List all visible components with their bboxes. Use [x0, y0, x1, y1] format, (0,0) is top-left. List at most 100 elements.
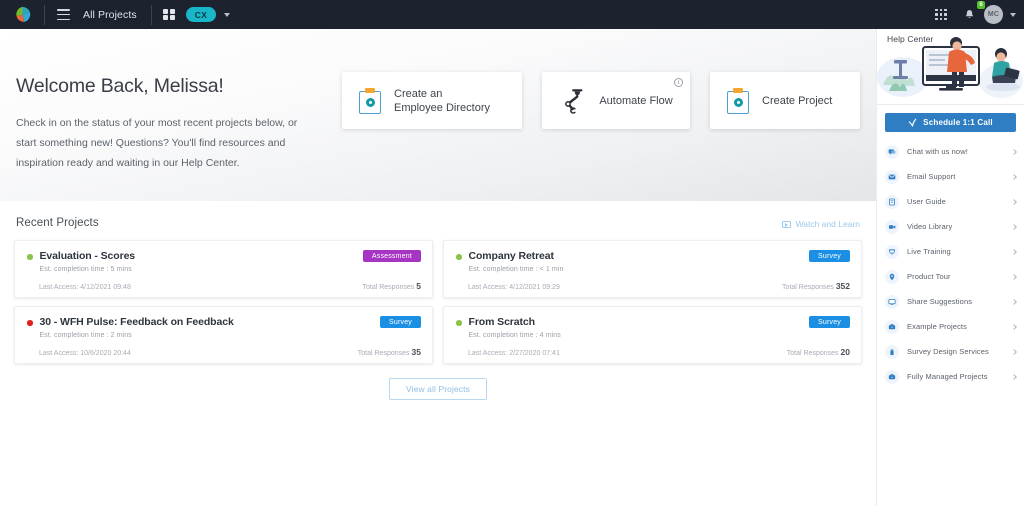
project-name: Evaluation - Scores	[39, 250, 136, 262]
status-dot	[27, 254, 33, 260]
create-project-card[interactable]: Create Project	[710, 72, 860, 129]
help-item-example-projects[interactable]: Example Projects	[877, 314, 1024, 339]
project-last-access: Last Access: 10/6/2020 20:44	[39, 350, 131, 357]
help-item-label: Live Training	[907, 247, 951, 256]
project-card[interactable]: From Scratch Est. completion time : 4 mi…	[443, 306, 862, 364]
help-item-label: Video Library	[907, 222, 953, 231]
chevron-down-icon[interactable]	[1010, 12, 1016, 17]
project-card-bottom: Last Access: 2/27/2020 07:41 Total Respo…	[455, 347, 850, 357]
notification-count-badge: 6	[977, 0, 985, 9]
schedule-call-label: Schedule 1:1 Call	[923, 118, 993, 127]
project-cards-grid: Evaluation - Scores Est. completion time…	[14, 240, 862, 364]
robot-arm-icon	[565, 88, 583, 114]
project-last-access: Last Access: 4/12/2021 09:29	[468, 284, 560, 291]
all-projects-label[interactable]: All Projects	[81, 9, 151, 21]
responses-label: Total Responses	[357, 350, 410, 357]
folder-icon	[885, 369, 899, 384]
project-name: 30 - WFH Pulse: Feedback on Feedback	[39, 316, 234, 328]
top-bar-actions: 6 MC	[928, 0, 1024, 28]
recent-projects-section: Recent Projects Watch and Learn Evaluati…	[0, 201, 876, 506]
status-dot	[27, 320, 33, 326]
help-item-survey-design-services[interactable]: Survey Design Services	[877, 339, 1024, 364]
top-navigation-bar: All Projects CX 6 MC	[0, 0, 1024, 29]
help-item-chat[interactable]: Chat with us now!	[877, 139, 1024, 164]
project-card[interactable]: 30 - WFH Pulse: Feedback on Feedback Est…	[14, 306, 433, 364]
schedule-call-wrapper: Schedule 1:1 Call	[877, 105, 1024, 139]
chevron-right-icon	[1011, 348, 1017, 355]
create-employee-directory-card[interactable]: Create an Employee Directory	[342, 72, 522, 129]
app-logo[interactable]	[0, 6, 44, 23]
card-label: Create an Employee Directory	[394, 87, 490, 114]
help-item-video-library[interactable]: Video Library	[877, 214, 1024, 239]
help-center-title: Help Center	[887, 34, 934, 44]
help-item-share-suggestions[interactable]: Share Suggestions	[877, 289, 1024, 314]
video-camera-icon	[885, 219, 899, 234]
project-name: Company Retreat	[468, 250, 555, 262]
responses-count: 20	[840, 347, 850, 357]
help-item-fully-managed-projects[interactable]: Fully Managed Projects	[877, 364, 1024, 389]
responses-label: Total Responses	[786, 350, 839, 357]
chevron-down-icon[interactable]	[224, 12, 231, 17]
chevron-right-icon	[1011, 298, 1017, 305]
main-content: Welcome Back, Melissa! Check in on the s…	[0, 29, 876, 506]
chevron-right-icon	[1011, 173, 1017, 180]
avatar[interactable]: MC	[984, 5, 1003, 24]
status-dot	[456, 320, 462, 326]
project-responses: Total Responses 35	[358, 347, 421, 357]
monitor-icon	[885, 294, 899, 309]
watch-and-learn-label: Watch and Learn	[795, 219, 860, 229]
schedule-call-button[interactable]: Schedule 1:1 Call	[885, 113, 1016, 132]
responses-count: 35	[411, 347, 421, 357]
chevron-right-icon	[1011, 248, 1017, 255]
info-circle-icon[interactable]: i	[674, 78, 683, 87]
project-last-access: Last Access: 2/27/2020 07:41	[468, 350, 560, 357]
chevron-right-icon	[1011, 373, 1017, 380]
welcome-subtitle: Check in on the status of your most rece…	[16, 117, 298, 169]
project-responses: Total Responses 20	[787, 347, 850, 357]
bell-glyph-icon	[965, 9, 973, 18]
status-dot	[456, 254, 462, 260]
map-pin-icon	[885, 269, 899, 284]
help-item-user-guide[interactable]: User Guide	[877, 189, 1024, 214]
envelope-icon	[885, 169, 899, 184]
chevron-right-icon	[1011, 198, 1017, 205]
project-card-top: Company Retreat Est. completion time : <…	[455, 250, 850, 273]
project-card-bottom: Last Access: 4/12/2021 09:29 Total Respo…	[455, 281, 850, 291]
project-est-time: Est. completion time : 4 mins	[468, 331, 561, 339]
workspace-badge[interactable]: CX	[185, 7, 217, 22]
page-body: Welcome Back, Melissa! Check in on the s…	[0, 29, 1024, 506]
apps-grid-icon[interactable]	[928, 2, 954, 28]
book-icon	[885, 194, 899, 209]
help-item-live-training[interactable]: Live Training	[877, 239, 1024, 264]
project-name: From Scratch	[468, 316, 536, 328]
podium-icon	[885, 244, 899, 259]
automate-flow-card[interactable]: i Automate Flow	[542, 72, 690, 129]
hamburger-menu-icon[interactable]	[45, 9, 81, 20]
status-badge[interactable]: Survey	[809, 250, 850, 262]
project-card-bottom: Last Access: 4/12/2021 09:48 Total Respo…	[26, 281, 421, 291]
project-card[interactable]: Evaluation - Scores Est. completion time…	[14, 240, 433, 298]
chevron-right-icon	[1011, 223, 1017, 230]
help-item-product-tour[interactable]: Product Tour	[877, 264, 1024, 289]
help-item-label: Fully Managed Projects	[907, 372, 988, 381]
app-root: All Projects CX 6 MC Welcome Back, Melis…	[0, 0, 1024, 506]
help-item-email-support[interactable]: Email Support	[877, 164, 1024, 189]
video-play-icon	[781, 220, 791, 228]
project-card[interactable]: Company Retreat Est. completion time : <…	[443, 240, 862, 298]
project-est-time: Est. completion time : 5 mins	[39, 265, 132, 273]
watch-and-learn-link[interactable]: Watch and Learn	[781, 219, 860, 229]
status-badge[interactable]: Assessment	[362, 250, 421, 262]
hero-section: Welcome Back, Melissa! Check in on the s…	[0, 29, 876, 201]
pencil-ruler-icon	[885, 344, 899, 359]
grid-view-icon[interactable]	[152, 8, 186, 21]
status-badge[interactable]: Survey	[809, 316, 850, 328]
chevron-right-icon	[1011, 273, 1017, 280]
page-title: Welcome Back, Melissa!	[16, 75, 224, 97]
welcome-block: Welcome Back, Melissa! Check in on the s…	[16, 29, 320, 173]
quick-action-cards: Create an Employee Directory i Automate …	[342, 29, 860, 129]
status-badge[interactable]: Survey	[380, 316, 421, 328]
view-all-projects-button[interactable]: View all Projects	[389, 378, 487, 400]
help-center-sidebar: Help Center Schedule 1:1 Call Chat with …	[876, 29, 1024, 506]
project-card-bottom: Last Access: 10/6/2020 20:44 Total Respo…	[26, 347, 421, 357]
notification-bell-icon[interactable]: 6	[956, 0, 985, 28]
